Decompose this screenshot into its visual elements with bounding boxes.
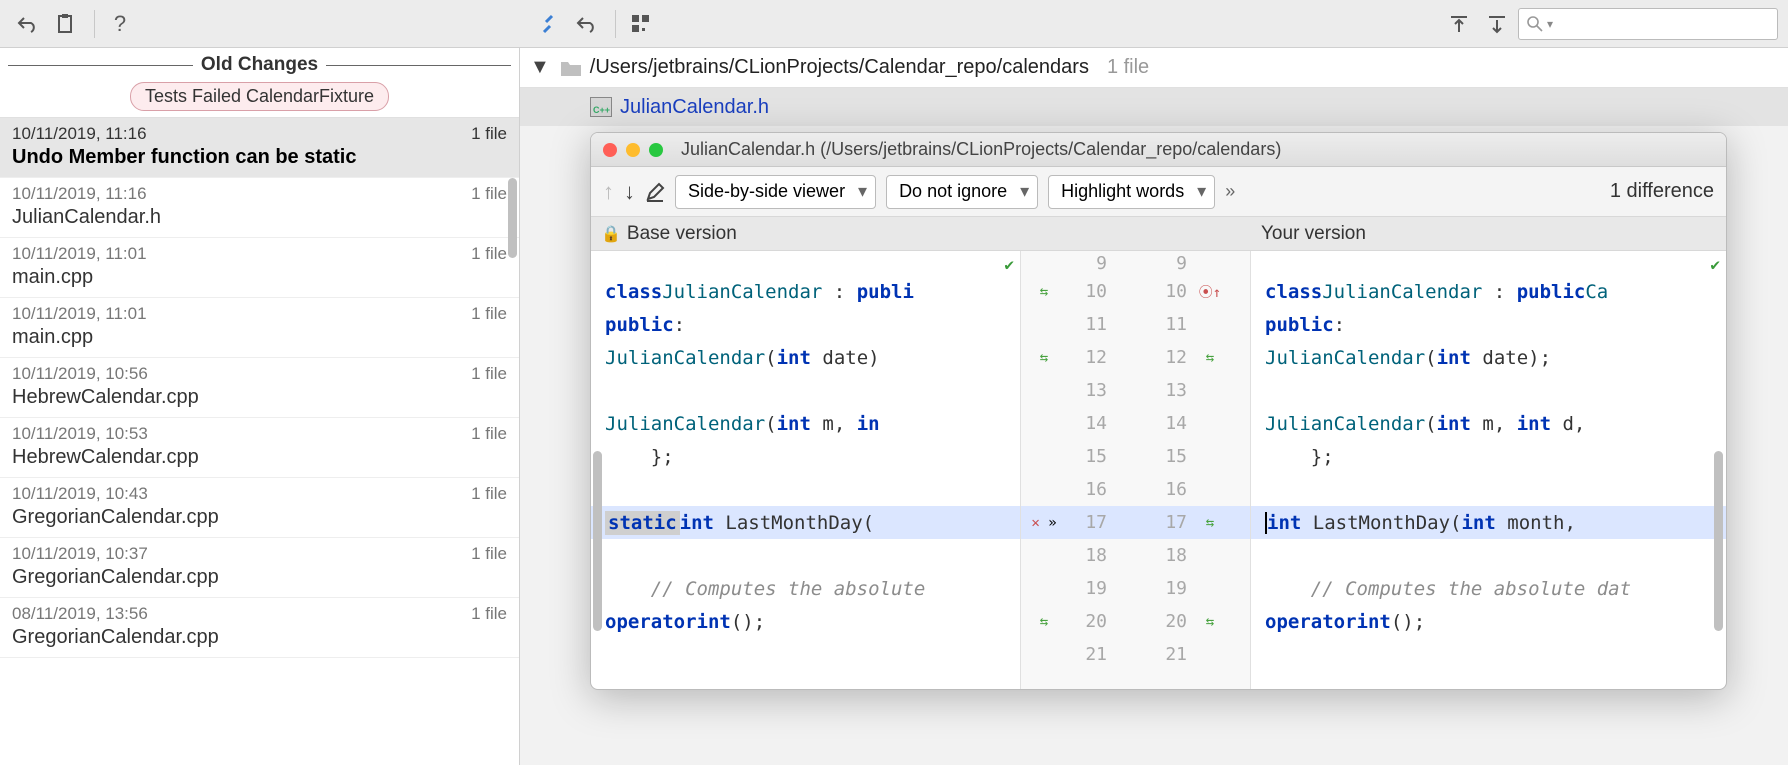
viewer-mode-select[interactable]: Side-by-side viewer xyxy=(675,175,876,209)
base-version-label: Base version xyxy=(627,223,737,245)
window-title: JulianCalendar.h (/Users/jetbrains/CLion… xyxy=(681,139,1281,160)
test-status-badge: Tests Failed CalendarFixture xyxy=(130,82,389,111)
collapse-all-icon[interactable] xyxy=(1480,7,1514,41)
close-icon[interactable] xyxy=(603,143,617,157)
scrollbar[interactable] xyxy=(593,451,602,631)
file-name: JulianCalendar.h xyxy=(620,96,769,119)
cpp-file-icon: C++ xyxy=(590,97,612,117)
change-item[interactable]: 10/11/2019, 11:011 file main.cpp xyxy=(0,238,519,298)
changes-list[interactable]: 10/11/2019, 11:161 file Undo Member func… xyxy=(0,118,519,765)
changes-pane: Old Changes Tests Failed CalendarFixture… xyxy=(0,48,520,765)
expand-all-icon[interactable] xyxy=(1442,7,1476,41)
chevron-down-icon[interactable]: ▼ xyxy=(530,56,550,79)
group-icon[interactable] xyxy=(624,7,658,41)
change-item[interactable]: 10/11/2019, 11:011 file main.cpp xyxy=(0,298,519,358)
change-item[interactable]: 10/11/2019, 11:161 file JulianCalendar.h xyxy=(0,178,519,238)
change-item[interactable]: 10/11/2019, 10:531 file HebrewCalendar.c… xyxy=(0,418,519,478)
undo-icon[interactable] xyxy=(10,7,44,41)
diff-window: JulianCalendar.h (/Users/jetbrains/CLion… xyxy=(590,132,1727,690)
edit-icon[interactable] xyxy=(645,182,665,202)
sync-icon[interactable] xyxy=(531,7,565,41)
paste-icon[interactable] xyxy=(48,7,82,41)
scrollbar[interactable] xyxy=(508,178,517,258)
change-item[interactable]: 10/11/2019, 10:561 file HebrewCalendar.c… xyxy=(0,358,519,418)
check-icon: ✔ xyxy=(1004,255,1014,274)
file-row[interactable]: C++ JulianCalendar.h xyxy=(520,88,1788,126)
search-input[interactable]: ▾ xyxy=(1518,8,1778,40)
diff-gutter: 99 ⇆1010⦿↑ 1111 ⇆1212⇆ 1313 1414 1515 16… xyxy=(1021,251,1251,689)
help-icon[interactable]: ? xyxy=(103,7,137,41)
lock-icon: 🔒 xyxy=(601,224,621,244)
your-version-label: Your version xyxy=(1261,223,1366,245)
minimize-icon[interactable] xyxy=(626,143,640,157)
change-item[interactable]: 10/11/2019, 11:161 file Undo Member func… xyxy=(0,118,519,178)
more-icon[interactable]: » xyxy=(1225,181,1235,202)
path-bar: ▼ /Users/jetbrains/CLionProjects/Calenda… xyxy=(520,48,1788,88)
your-code-pane[interactable]: ✔ class JulianCalendar : public Ca publi… xyxy=(1251,251,1726,689)
main-toolbar: ? ▾ xyxy=(0,0,1788,48)
whitespace-select[interactable]: Do not ignore xyxy=(886,175,1038,209)
prev-diff-icon[interactable]: ↑ xyxy=(603,179,614,205)
folder-path: /Users/jetbrains/CLionProjects/Calendar_… xyxy=(590,56,1089,79)
diff-toolbar: ↑ ↓ Side-by-side viewer Do not ignore Hi… xyxy=(591,167,1726,217)
diff-count: 1 difference xyxy=(1610,180,1714,203)
window-titlebar[interactable]: JulianCalendar.h (/Users/jetbrains/CLion… xyxy=(591,133,1726,167)
scrollbar[interactable] xyxy=(1714,451,1723,631)
change-item[interactable]: 10/11/2019, 10:431 file GregorianCalenda… xyxy=(0,478,519,538)
folder-icon xyxy=(560,59,582,77)
highlight-select[interactable]: Highlight words xyxy=(1048,175,1215,209)
file-count: 1 file xyxy=(1107,56,1149,79)
zoom-icon[interactable] xyxy=(649,143,663,157)
change-item[interactable]: 10/11/2019, 10:371 file GregorianCalenda… xyxy=(0,538,519,598)
check-icon: ✔ xyxy=(1710,255,1720,274)
change-item[interactable]: 08/11/2019, 13:561 file GregorianCalenda… xyxy=(0,598,519,658)
base-code-pane[interactable]: ✔ class JulianCalendar : publi public: J… xyxy=(591,251,1021,689)
next-diff-icon[interactable]: ↓ xyxy=(624,179,635,205)
changes-header: Old Changes xyxy=(201,54,318,76)
revert-icon[interactable] xyxy=(569,7,603,41)
